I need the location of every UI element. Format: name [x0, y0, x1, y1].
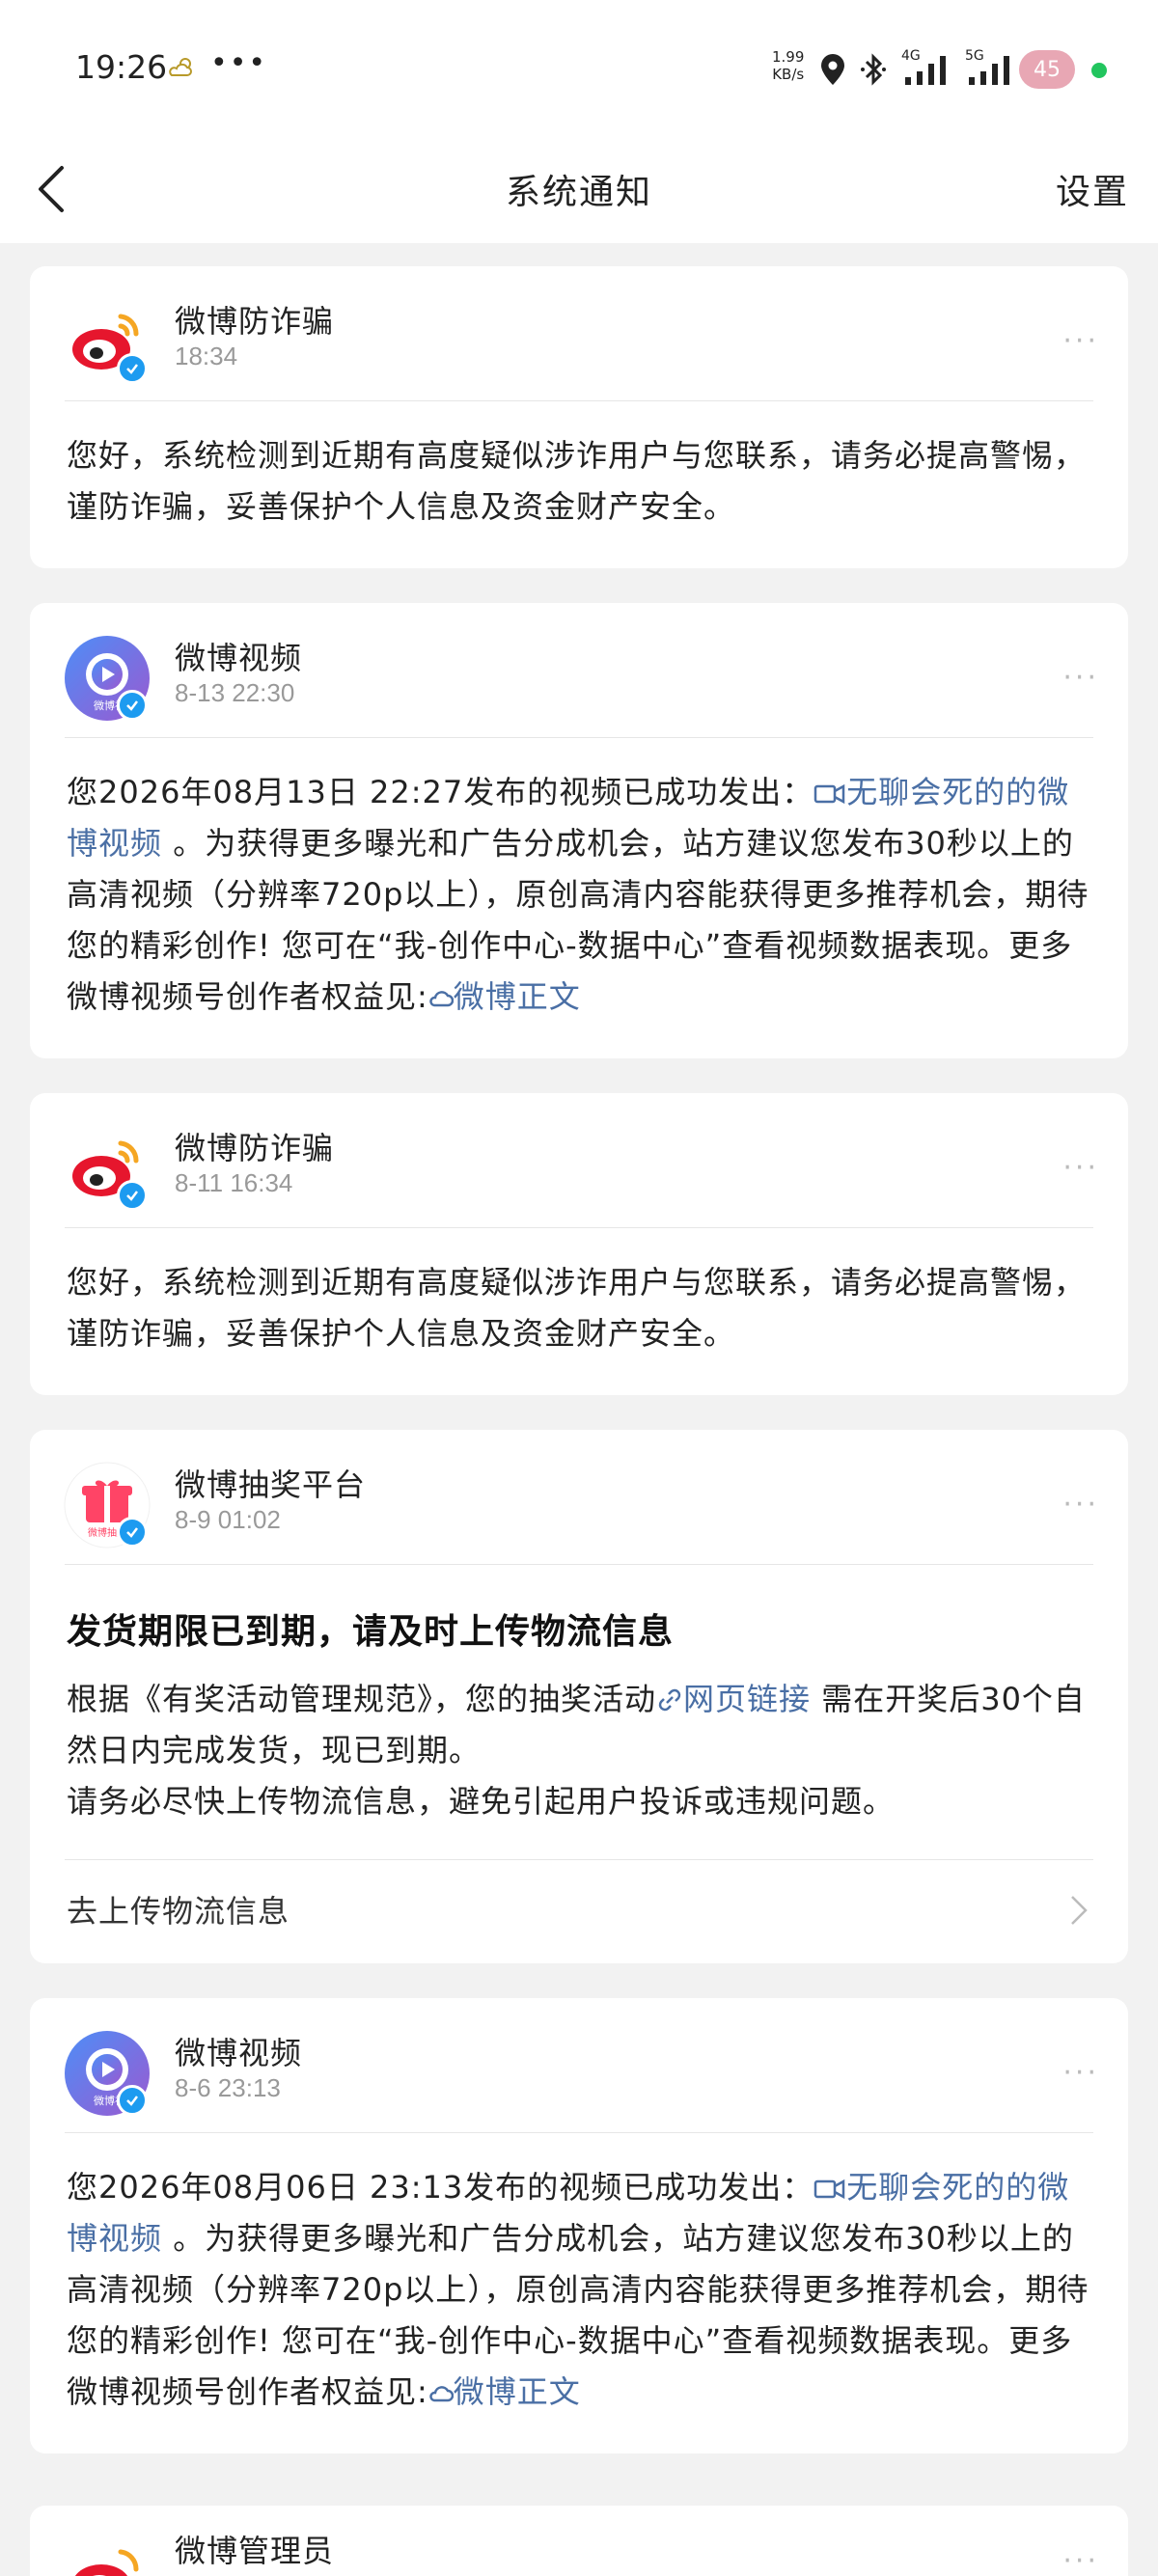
upload-logistics-label[interactable]: 去上传物流信息 [67, 1887, 290, 1932]
link-icon [658, 1688, 681, 1712]
article-link-label[interactable]: 微博正文 [454, 978, 581, 1015]
notification-card[interactable]: 微博防诈骗 18:34 ··· 您好，系统检测到近期有高度疑似涉诈用户与您联系，… [30, 266, 1128, 568]
article-link-label[interactable]: 微博正文 [454, 2373, 581, 2410]
chevron-right-icon [1071, 1896, 1088, 1925]
body-text-part: 根据《有奖活动管理规范》，您的抽奖活动 [67, 1681, 657, 1717]
video-camera-icon [814, 2179, 845, 2200]
page-title: 系统通知 [505, 173, 652, 212]
net-speed: 1.99 KB/s [772, 48, 804, 83]
verified-badge [117, 2085, 148, 2116]
sender-name[interactable]: 微博管理员 [175, 2527, 334, 2571]
weibo-logo-avatar[interactable] [65, 2535, 150, 2576]
divider [65, 737, 1093, 738]
notification-body: 您好，系统检测到近期有高度疑似涉诈用户与您联系，请务必提高警惕，谨防诈骗，妥善保… [67, 1264, 1087, 1352]
send-time: 8-9 01:02 [175, 1505, 281, 1534]
signal-5g: 5G [965, 48, 1015, 87]
signal-4g: 4G [901, 48, 951, 87]
notification-card[interactable]: 微博管理员 ··· [30, 2506, 1128, 2576]
divider [65, 400, 1093, 401]
divider [65, 1564, 1093, 1565]
article-link[interactable]: 微博正文 [428, 2373, 581, 2410]
privacy-indicator-dot [1091, 63, 1107, 78]
notification-card[interactable]: 微博视 微博视频 8-13 22:30 ··· 您2026年08月13日 22:… [30, 603, 1128, 1058]
divider [65, 1859, 1093, 1860]
upload-logistics-row[interactable]: 去上传物流信息 [67, 1879, 1093, 1937]
status-icons: 4G 5G [820, 48, 1015, 89]
sender-name[interactable]: 微博视频 [175, 2029, 302, 2073]
status-time: 19:26 [75, 48, 168, 86]
send-time: 8-13 22:30 [175, 678, 295, 707]
notification-card[interactable]: 微博视 微博视频 8-6 23:13 ··· 您2026年08月06日 23:1… [30, 1998, 1128, 2453]
signal-bars-icon [905, 56, 946, 85]
sender-name[interactable]: 微博抽奖平台 [175, 1461, 366, 1505]
body-text-part: 您2026年08月06日 23:13发布的视频已成功发出： [67, 2169, 814, 2206]
checkmark-icon [126, 1191, 138, 1201]
notification-dots-icon: ••• [210, 46, 268, 80]
send-time: 18:34 [175, 342, 238, 370]
notification-body: 您2026年08月06日 23:13发布的视频已成功发出： 无聊会死的的微博视频 … [67, 2162, 1093, 2418]
sender-name[interactable]: 微博防诈骗 [175, 297, 334, 342]
web-link-label[interactable]: 网页链接 [683, 1681, 811, 1717]
sender-name[interactable]: 微博视频 [175, 634, 302, 678]
notification-body: 您好，系统检测到近期有高度疑似涉诈用户与您联系，请务必提高警惕，谨防诈骗，妥善保… [67, 437, 1087, 525]
notification-headline: 发货期限已到期，请及时上传物流信息 [67, 1612, 675, 1652]
checkmark-icon [126, 364, 138, 374]
divider [65, 1227, 1093, 1228]
body-text-part: 您2026年08月13日 22:27发布的视频已成功发出： [67, 774, 814, 810]
verified-badge [117, 690, 148, 721]
battery-indicator: 45 [1019, 50, 1075, 89]
settings-button[interactable]: 设置 [1056, 164, 1129, 214]
bluetooth-icon [861, 53, 886, 86]
net-speed-unit: KB/s [772, 66, 805, 83]
send-time: 8-6 23:13 [175, 2073, 281, 2102]
more-options-icon[interactable]: ··· [1062, 324, 1099, 358]
sender-name[interactable]: 微博防诈骗 [175, 1124, 334, 1168]
video-camera-icon [814, 783, 845, 805]
notification-body: 您2026年08月13日 22:27发布的视频已成功发出： 无聊会死的的微博视频 … [67, 767, 1093, 1023]
nav-header: 系统通知 设置 [0, 135, 1158, 243]
more-options-icon[interactable]: ··· [1062, 661, 1099, 695]
location-icon [821, 54, 844, 85]
more-options-icon[interactable]: ··· [1062, 1151, 1099, 1185]
more-options-icon[interactable]: ··· [1062, 2544, 1099, 2576]
checkmark-icon [126, 2096, 138, 2106]
verified-badge [117, 1517, 148, 1548]
weibo-cloud-icon [429, 2386, 454, 2402]
signal-bars-icon [969, 56, 1009, 85]
verified-badge [117, 1180, 148, 1211]
article-link[interactable]: 微博正文 [428, 978, 581, 1015]
net-speed-value: 1.99 [772, 48, 805, 66]
status-bar: 19:26 ••• 1.99 KB/s 4G 5G 45 [0, 0, 1158, 135]
verified-badge [117, 353, 148, 384]
more-options-icon[interactable]: ··· [1062, 2056, 1099, 2090]
notification-body: 根据《有奖活动管理规范》，您的抽奖活动 网页链接 需在开奖后30个自然日内完成发货… [67, 1674, 1093, 1827]
divider [65, 2132, 1093, 2133]
checkmark-icon [126, 700, 138, 711]
notification-card[interactable]: 微博抽奖 微博抽奖平台 8-9 01:02 ··· 发货期限已到期，请及时上传物… [30, 1430, 1128, 1963]
notification-card[interactable]: 微博防诈骗 8-11 16:34 ··· 您好，系统检测到近期有高度疑似涉诈用户… [30, 1093, 1128, 1395]
send-time: 8-11 16:34 [175, 1168, 293, 1197]
web-link[interactable]: 网页链接 [656, 1681, 811, 1717]
cloud-sun-icon [169, 58, 192, 76]
weibo-cloud-icon [429, 991, 454, 1007]
body-text-part: 请务必尽快上传物流信息，避免引起用户投诉或违规问题。 [67, 1783, 896, 1820]
checkmark-icon [126, 1527, 138, 1538]
more-options-icon[interactable]: ··· [1062, 1488, 1099, 1521]
